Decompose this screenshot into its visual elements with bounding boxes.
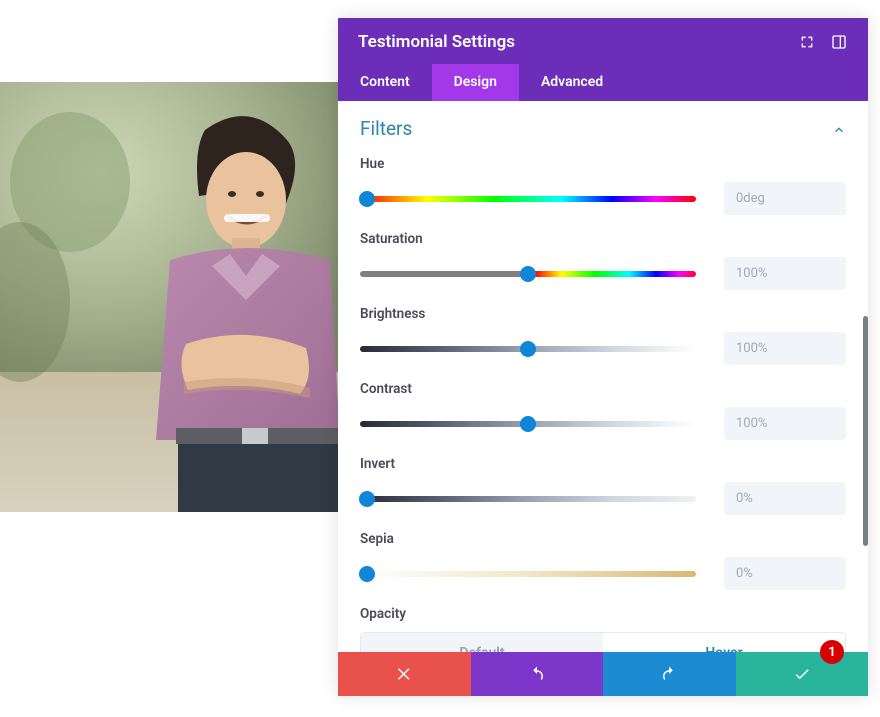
testimonial-photo bbox=[0, 82, 340, 512]
slider-thumb[interactable] bbox=[359, 491, 375, 507]
label-invert: Invert bbox=[360, 456, 846, 472]
switch-default[interactable]: Default bbox=[361, 633, 603, 652]
field-invert: Invert 0% bbox=[360, 456, 846, 515]
field-opacity: Opacity Default Hover 0% bbox=[360, 606, 846, 652]
header-actions bbox=[798, 33, 848, 51]
tab-content[interactable]: Content bbox=[338, 64, 432, 101]
check-icon bbox=[793, 665, 811, 683]
slider-saturation[interactable] bbox=[360, 266, 696, 282]
panel-footer: 1 bbox=[338, 652, 868, 696]
label-saturation: Saturation bbox=[360, 231, 846, 247]
panel-header: Testimonial Settings bbox=[338, 18, 868, 64]
label-opacity: Opacity bbox=[360, 606, 846, 622]
slider-thumb[interactable] bbox=[359, 191, 375, 207]
tab-design[interactable]: Design bbox=[432, 64, 519, 101]
slider-invert[interactable] bbox=[360, 491, 696, 507]
value-brightness[interactable]: 100% bbox=[724, 332, 846, 365]
field-contrast: Contrast 100% bbox=[360, 381, 846, 440]
value-sepia[interactable]: 0% bbox=[724, 557, 846, 590]
slider-thumb[interactable] bbox=[520, 266, 536, 282]
section-filters-header[interactable]: Filters bbox=[360, 117, 846, 140]
label-sepia: Sepia bbox=[360, 531, 846, 547]
value-contrast[interactable]: 100% bbox=[724, 407, 846, 440]
field-hue: Hue 0deg bbox=[360, 156, 846, 215]
slider-thumb[interactable] bbox=[359, 566, 375, 582]
snap-icon[interactable] bbox=[830, 33, 848, 51]
cancel-button[interactable] bbox=[338, 652, 471, 696]
field-brightness: Brightness 100% bbox=[360, 306, 846, 365]
label-hue: Hue bbox=[360, 156, 846, 172]
undo-button[interactable] bbox=[471, 652, 604, 696]
tab-advanced[interactable]: Advanced bbox=[519, 64, 625, 101]
field-sepia: Sepia 0% bbox=[360, 531, 846, 590]
value-invert[interactable]: 0% bbox=[724, 482, 846, 515]
switch-hover[interactable]: Hover bbox=[603, 633, 845, 652]
opacity-state-switch: Default Hover bbox=[360, 632, 846, 652]
settings-panel: Testimonial Settings Content Design Adva… bbox=[338, 18, 868, 696]
close-icon bbox=[395, 665, 413, 683]
expand-icon[interactable] bbox=[798, 33, 816, 51]
slider-hue[interactable] bbox=[360, 191, 696, 207]
scrollbar-thumb[interactable] bbox=[863, 316, 868, 546]
panel-body: Filters Hue 0deg Saturation bbox=[338, 101, 868, 652]
label-brightness: Brightness bbox=[360, 306, 846, 322]
slider-thumb[interactable] bbox=[520, 341, 536, 357]
field-saturation: Saturation 100% bbox=[360, 231, 846, 290]
panel-title: Testimonial Settings bbox=[358, 32, 515, 52]
slider-thumb[interactable] bbox=[520, 416, 536, 432]
section-title: Filters bbox=[360, 117, 412, 140]
save-badge: 1 bbox=[820, 640, 844, 664]
redo-icon bbox=[660, 665, 678, 683]
panel-tabs: Content Design Advanced bbox=[338, 64, 868, 101]
chevron-up-icon[interactable] bbox=[832, 122, 846, 136]
slider-contrast[interactable] bbox=[360, 416, 696, 432]
slider-brightness[interactable] bbox=[360, 341, 696, 357]
value-saturation[interactable]: 100% bbox=[724, 257, 846, 290]
save-button[interactable]: 1 bbox=[736, 652, 869, 696]
label-contrast: Contrast bbox=[360, 381, 846, 397]
slider-sepia[interactable] bbox=[360, 566, 696, 582]
undo-icon bbox=[528, 665, 546, 683]
value-hue[interactable]: 0deg bbox=[724, 182, 846, 215]
redo-button[interactable] bbox=[603, 652, 736, 696]
